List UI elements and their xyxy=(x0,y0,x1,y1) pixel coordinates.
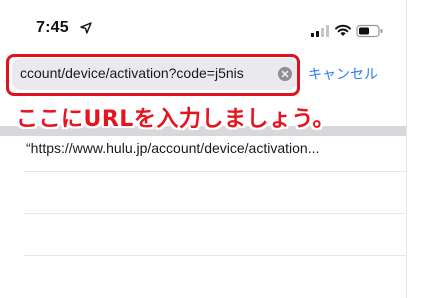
suggestion-item[interactable]: “https://www.hulu.jp/account/device/acti… xyxy=(26,140,400,156)
wifi-icon xyxy=(335,24,351,36)
list-divider xyxy=(24,171,406,172)
location-arrow-icon xyxy=(80,22,92,34)
highlight-box xyxy=(6,54,300,96)
battery-icon xyxy=(356,24,383,38)
list-divider xyxy=(24,255,406,256)
status-bar: 7:45 xyxy=(0,0,406,46)
callout-text: ここにURLを入力しましょう。 xyxy=(16,107,336,132)
status-time: 7:45 xyxy=(36,19,69,36)
signal-icon xyxy=(311,25,329,37)
browser-frame: 7:45 ccount/device/activation?code=j5nis xyxy=(0,0,407,298)
list-divider xyxy=(24,213,406,214)
cancel-button[interactable]: キャンセル xyxy=(308,64,378,84)
